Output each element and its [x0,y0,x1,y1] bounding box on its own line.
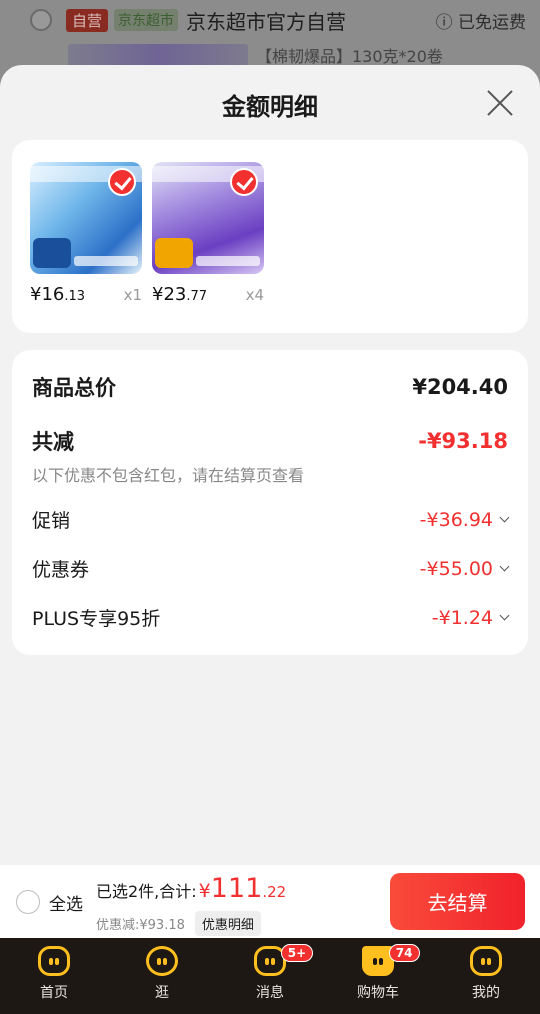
tab-label: 首页 [40,985,68,1001]
select-all-radio[interactable] [16,890,40,914]
coupon-row[interactable]: 优惠券 -¥55.00 [32,555,510,582]
promo-row[interactable]: 促销 -¥36.94 [32,506,510,533]
amount-detail-sheet: 金额明细 ¥16.13 x1 ¥23.77 x4 商品总价 ¥204.40 共减… [0,65,540,865]
tab-home[interactable]: 首页 [0,938,108,1014]
tab-label: 消息 [256,985,284,1001]
bottom-tab-bar: 首页 逛 5+ 消息 74 购物车 我的 [0,938,540,1014]
product-quantity: x1 [123,286,142,304]
plus-discount-label: PLUS专享95折 [32,608,161,630]
coupon-label: 优惠券 [32,559,90,581]
tab-label: 我的 [472,985,500,1001]
home-icon [38,946,70,976]
coupon-value: -¥55.00 [419,557,493,580]
tab-label: 逛 [155,985,169,1001]
chevron-down-icon[interactable] [499,561,510,572]
explore-icon [146,946,178,976]
discount-note: 以下优惠不包含红包，请在结算页查看 [32,466,305,485]
check-icon [230,168,258,196]
plus-discount-value: -¥1.24 [431,606,493,629]
discount-amount: 优惠减:¥93.18 [96,918,185,933]
chevron-down-icon[interactable] [499,512,510,523]
select-all-label[interactable]: 全选 [49,890,83,915]
pack-badge [155,238,193,268]
product-item[interactable]: ¥16.13 x1 [30,162,142,305]
total-price-value: ¥204.40 [412,375,508,399]
self-operated-tag: 自营 [66,8,109,32]
tab-explore[interactable]: 逛 [108,938,216,1014]
selected-count-text: 已选2件,合计: [96,882,197,901]
tab-label: 购物车 [357,985,399,1001]
product-thumb-strip [68,44,248,66]
tab-profile[interactable]: 我的 [432,938,540,1014]
price-breakdown-card: 商品总价 ¥204.40 共减 -¥93.18 以下优惠不包含红包，请在结算页查… [12,350,528,655]
promo-value: -¥36.94 [419,508,493,531]
product-price: ¥16.13 [30,284,86,305]
cart-badge: 74 [388,944,420,962]
product-spec: 【棉韧爆品】130克*20卷 [256,47,443,66]
product-quantity: x4 [245,286,264,304]
tab-cart[interactable]: 74 购物车 [324,938,432,1014]
product-list-card: ¥16.13 x1 ¥23.77 x4 [12,140,528,333]
total-reduce-value: -¥93.18 [418,429,508,453]
discount-line: 优惠减:¥93.18 优惠明细 [96,911,261,936]
product-image [30,162,142,274]
total-reduce-row: 共减 -¥93.18 [32,426,508,456]
message-badge: 5+ [280,944,314,962]
total-reduce-label: 共减 [32,430,74,454]
checkout-bar: 全选 已选2件,合计: ¥111.22 优惠减:¥93.18 优惠明细 去结算 [0,865,540,938]
selection-summary: 已选2件,合计: ¥111.22 [96,873,286,904]
product-image [152,162,264,274]
store-header: 自营 京东超市 京东超市官方自营 ⓘ 已免运费 [0,0,540,40]
total-price-row: 商品总价 ¥204.40 [32,372,508,402]
pack-badge [33,238,71,268]
product-price: ¥23.77 [152,284,208,305]
total-price-label: 商品总价 [32,376,116,400]
product-item[interactable]: ¥23.77 x4 [152,162,264,305]
close-icon[interactable] [486,89,514,117]
plus-discount-row[interactable]: PLUS专享95折 -¥1.24 [32,604,510,631]
store-name: 京东超市官方自营 [186,9,347,34]
store-select-radio [30,9,52,31]
chevron-down-icon[interactable] [499,610,510,621]
supermarket-tag: 京东超市 [114,9,179,31]
tab-messages[interactable]: 5+ 消息 [216,938,324,1014]
discount-detail-button[interactable]: 优惠明细 [194,911,261,936]
promo-label: 促销 [32,510,71,532]
profile-icon [470,946,502,976]
free-shipping-label: ⓘ 已免运费 [435,12,526,33]
sheet-title: 金额明细 [222,93,318,121]
check-icon [108,168,136,196]
checkout-button[interactable]: 去结算 [390,873,525,930]
cart-total: ¥111.22 [198,873,287,904]
